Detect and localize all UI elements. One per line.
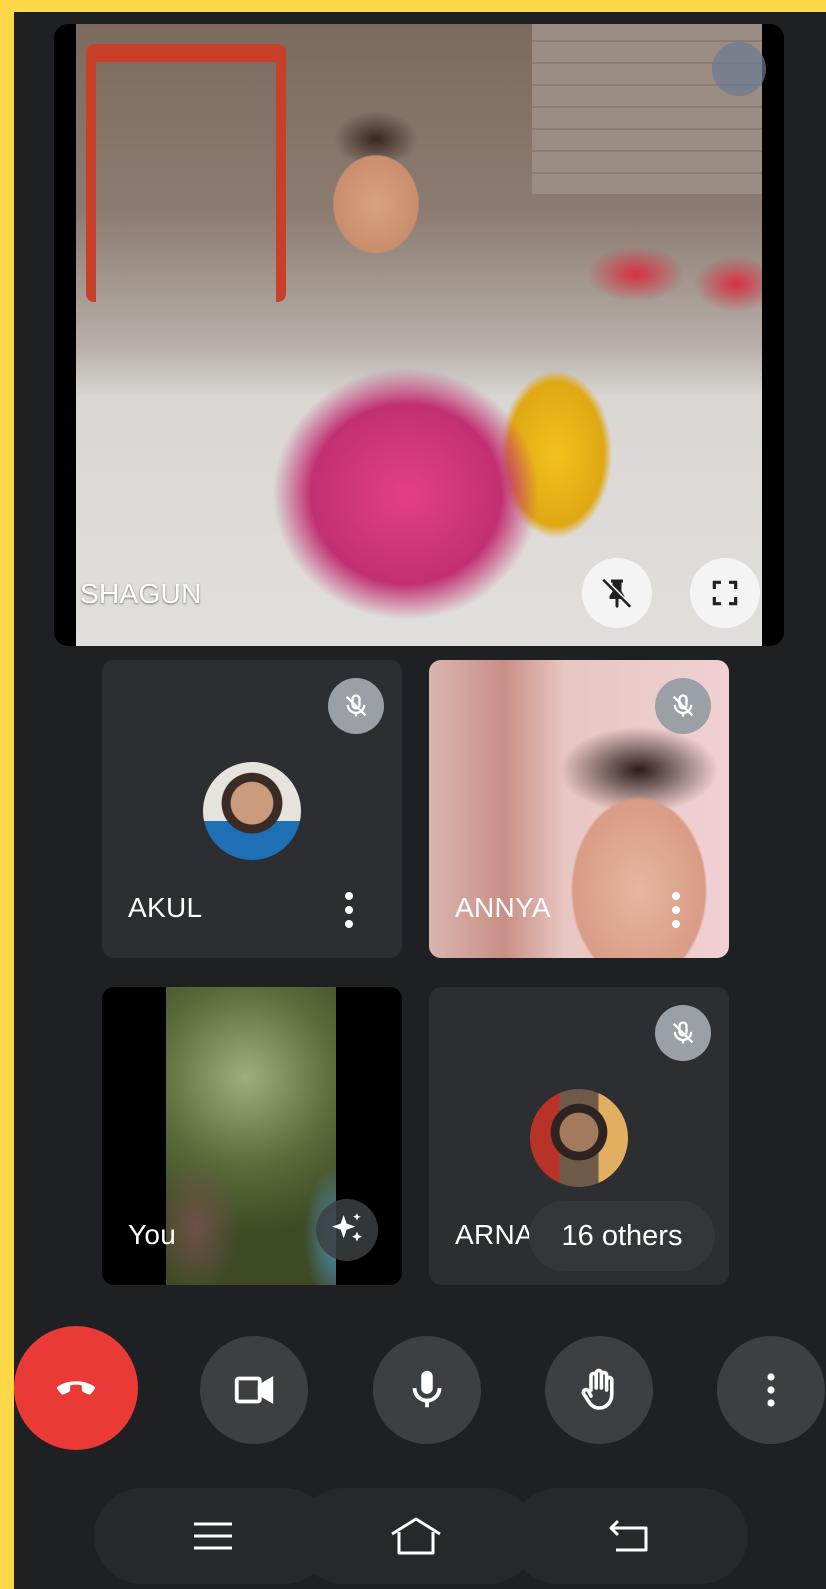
participant-name: You	[128, 1219, 177, 1250]
more-options-button[interactable]	[334, 886, 364, 934]
participant-name: ANNYA	[455, 892, 551, 923]
unpin-button[interactable]	[582, 558, 652, 628]
mic-off-icon	[672, 1021, 694, 1044]
avatar	[203, 762, 301, 860]
pinned-video-tile[interactable]: SHAGUN	[54, 24, 784, 646]
more-vert-icon	[672, 892, 680, 928]
nav-back-button[interactable]	[510, 1488, 748, 1584]
muted-badge	[655, 678, 711, 734]
muted-badge	[655, 1005, 711, 1061]
background-chair	[86, 44, 286, 302]
participant-name: SHAGUN	[80, 578, 202, 609]
raise-hand-icon	[581, 1368, 614, 1410]
hang-up-button[interactable]	[14, 1326, 138, 1450]
mic-off-icon	[345, 694, 367, 717]
self-video-tile[interactable]: You	[102, 987, 402, 1285]
participant-video	[76, 24, 762, 646]
microphone-toggle-button[interactable]	[373, 1336, 481, 1444]
unpin-icon	[602, 577, 633, 608]
sparkle-effects-icon	[332, 1213, 362, 1242]
fullscreen-icon	[712, 580, 738, 606]
meeting-screen: SHAGUN AKUL ANNYA You ARNAV 16 others	[14, 12, 826, 1589]
home-icon	[391, 1517, 441, 1555]
avatar	[530, 1089, 628, 1187]
participant-name: AKUL	[128, 892, 203, 923]
camera-toggle-button[interactable]	[200, 1336, 308, 1444]
more-options-button[interactable]	[661, 886, 691, 934]
self-video	[166, 987, 336, 1285]
participant-tile-akul[interactable]: AKUL	[102, 660, 402, 958]
mic-off-icon	[672, 694, 694, 717]
more-vert-icon	[345, 892, 353, 928]
more-options-button[interactable]	[717, 1336, 825, 1444]
effects-button[interactable]	[316, 1199, 378, 1261]
muted-badge	[328, 678, 384, 734]
nav-home-button[interactable]	[296, 1488, 536, 1584]
video-camera-icon	[234, 1376, 274, 1404]
menu-icon	[194, 1522, 232, 1550]
participant-avatar-dot	[712, 42, 766, 96]
back-icon	[609, 1519, 648, 1552]
participant-tile-annya[interactable]: ANNYA	[429, 660, 729, 958]
others-count-chip[interactable]: 16 others	[529, 1201, 715, 1271]
raise-hand-button[interactable]	[545, 1336, 653, 1444]
hang-up-icon	[56, 1381, 96, 1395]
more-vert-icon	[767, 1373, 775, 1407]
microphone-icon	[412, 1370, 442, 1408]
participant-tile-arnav[interactable]: ARNAV 16 others	[429, 987, 729, 1285]
fullscreen-button[interactable]	[690, 558, 760, 628]
